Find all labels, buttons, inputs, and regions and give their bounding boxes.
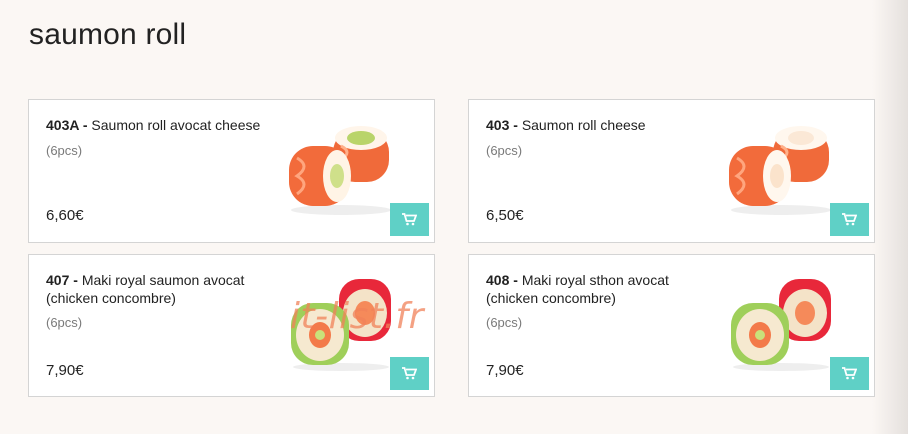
add-to-cart-button[interactable] (830, 357, 869, 390)
salmon-roll-cheese-icon (729, 126, 831, 215)
product-title: Saumon roll cheese (521, 117, 646, 133)
product-pieces: (6pcs) (486, 315, 523, 330)
product-card-403[interactable]: 403 - Saumon roll cheese (6pcs) 6,50€ (468, 99, 875, 243)
maki-royal-icon (731, 279, 831, 371)
product-name: 403 - Saumon roll cheese (486, 116, 716, 134)
product-pieces: (6pcs) (46, 143, 83, 158)
product-price: 7,90€ (486, 362, 524, 379)
right-edge-shadow (872, 0, 908, 434)
product-code: 408 - (486, 272, 518, 288)
product-pieces: (6pcs) (486, 143, 523, 158)
product-name: 408 - Maki royal sthon avocat (chicken c… (486, 271, 716, 307)
product-price: 6,50€ (486, 207, 524, 224)
shopping-cart-icon (842, 213, 857, 226)
product-title: Saumon roll avocat cheese (91, 117, 261, 133)
page: saumon roll 403A - Saumon roll avocat ch… (0, 0, 908, 434)
product-card-407[interactable]: 407 - Maki royal saumon avocat (chicken … (28, 254, 435, 397)
product-name: 403A - Saumon roll avocat cheese (46, 116, 276, 134)
salmon-roll-avocado-icon (289, 126, 391, 215)
shopping-cart-icon (402, 213, 417, 226)
product-price: 7,90€ (46, 362, 84, 379)
product-name: 407 - Maki royal saumon avocat (chicken … (46, 271, 276, 307)
product-code: 407 - (46, 272, 78, 288)
product-code: 403A - (46, 117, 88, 133)
shopping-cart-icon (402, 367, 417, 380)
product-price: 6,60€ (46, 207, 84, 224)
shopping-cart-icon (842, 367, 857, 380)
add-to-cart-button[interactable] (830, 203, 869, 236)
section-title: saumon roll (29, 18, 187, 51)
add-to-cart-button[interactable] (390, 203, 429, 236)
product-pieces: (6pcs) (46, 315, 83, 330)
product-code: 403 - (486, 117, 518, 133)
add-to-cart-button[interactable] (390, 357, 429, 390)
product-card-403a[interactable]: 403A - Saumon roll avocat cheese (6pcs) … (28, 99, 435, 243)
maki-royal-icon (291, 279, 391, 371)
product-card-408[interactable]: 408 - Maki royal sthon avocat (chicken c… (468, 254, 875, 397)
